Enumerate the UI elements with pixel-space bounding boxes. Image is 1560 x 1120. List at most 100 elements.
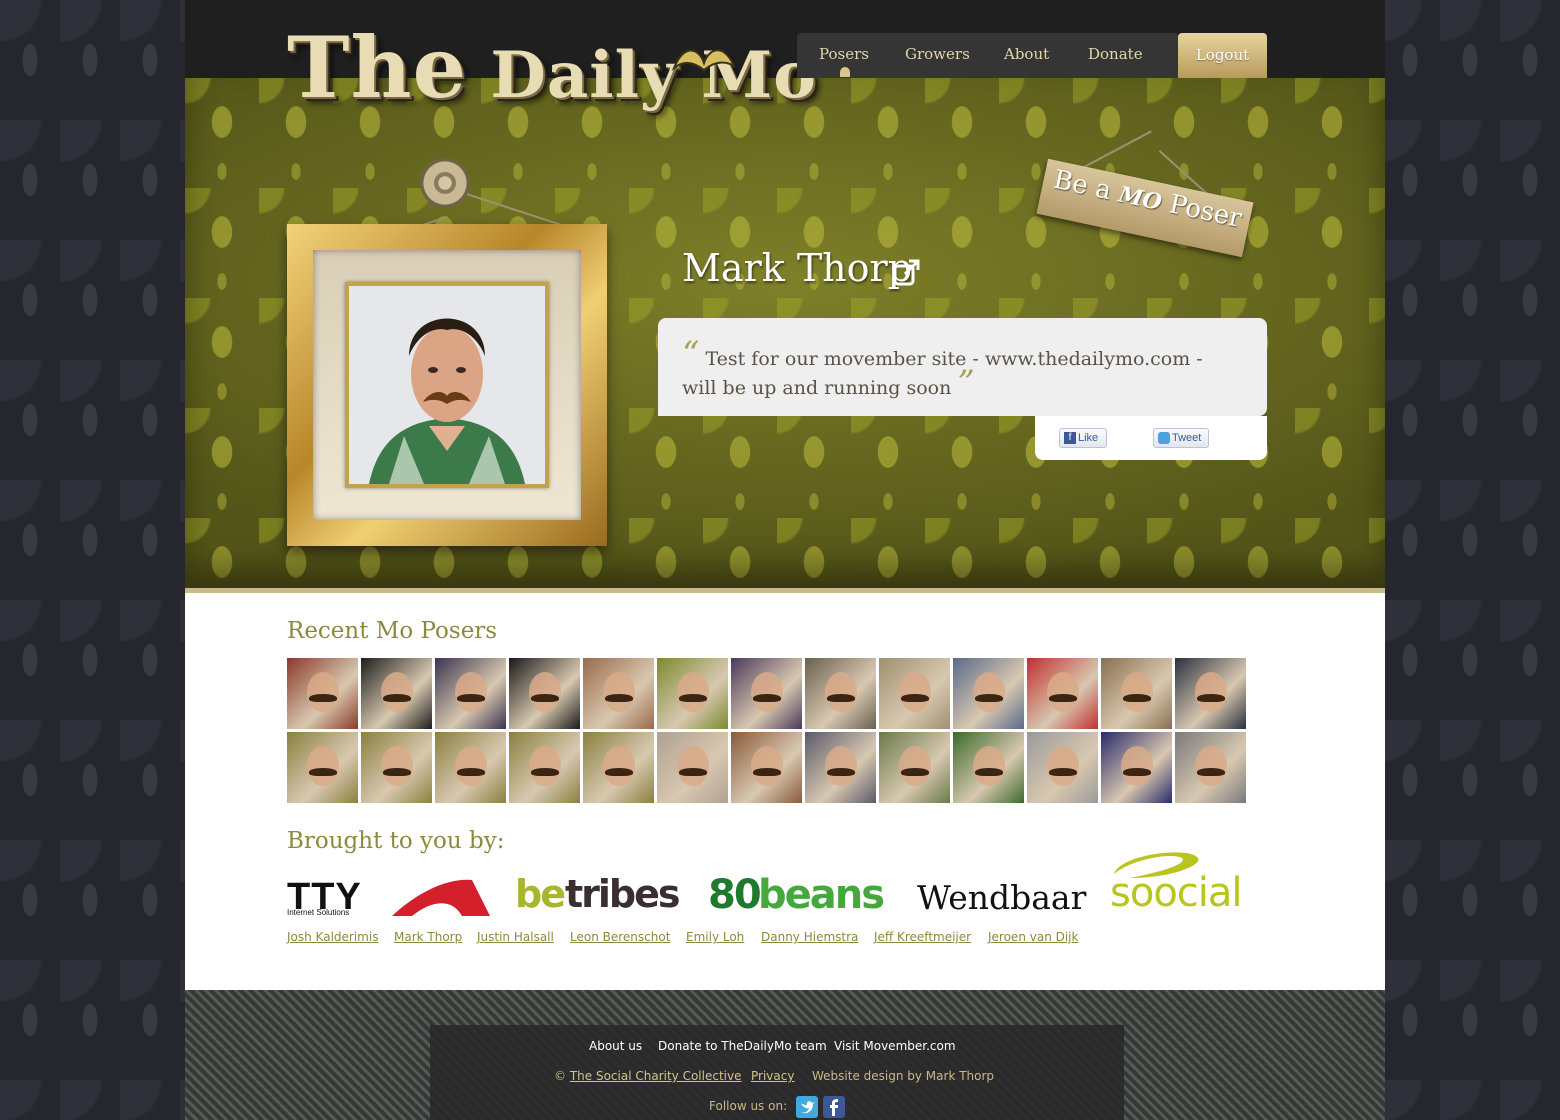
poser-face [677,746,709,786]
poser-thumbnail[interactable] [509,658,580,729]
sponsor-wendbaar[interactable]: Wendbaar [917,868,1087,920]
poser-face [1047,746,1079,786]
poser-thumbnail[interactable] [287,658,358,729]
poser-thumbnail[interactable] [583,658,654,729]
poser-face [825,672,857,712]
mustache-icon [1123,768,1151,776]
logout-button[interactable]: Logout [1178,33,1267,78]
charity-link[interactable]: The Social Charity Collective [570,1069,742,1083]
poser-thumbnail[interactable] [1027,732,1098,803]
team-member-link[interactable]: Josh Kalderimis [287,930,378,944]
share-box: f Like Tweet [1035,416,1267,460]
facebook-icon: f [1064,432,1076,444]
design-credit: Website design by Mark Thorp [812,1069,995,1083]
sponsor-betribes[interactable]: be tribes [515,868,685,920]
team-member-link[interactable]: Leon Berenschot [570,930,670,944]
poser-thumbnail[interactable] [879,658,950,729]
poser-thumbnail[interactable] [435,658,506,729]
nav-growers[interactable]: Growers [905,45,970,63]
logo-daily: Daily [490,38,679,113]
poser-thumbnail[interactable] [731,658,802,729]
poser-thumbnail[interactable] [583,732,654,803]
team-member-link[interactable]: Jeff Kreeftmeijer [874,930,971,944]
quote-content: Test for our movember site - www.thedail… [682,348,1203,399]
poser-thumbnail[interactable] [805,658,876,729]
mustache-icon [1123,694,1151,702]
facebook-like-button[interactable]: f Like [1059,428,1107,448]
footer-legal: © The Social Charity Collective [554,1069,742,1083]
portrait-frame [287,224,607,546]
mustache-icon [383,768,411,776]
mustache-icon [1049,694,1077,702]
mustache-icon [975,694,1003,702]
site-logo[interactable]: The Daily Mo [287,18,816,138]
poser-face [307,746,339,786]
tweet-button[interactable]: Tweet [1153,428,1209,448]
mustache-icon [309,694,337,702]
poser-face [455,672,487,712]
poser-thumbnail[interactable] [287,732,358,803]
sponsor-soocial[interactable]: soocial [1110,848,1243,920]
twitter-follow-icon[interactable] [796,1096,818,1118]
team-member-link[interactable]: Danny Hiemstra [761,930,858,944]
privacy-link[interactable]: Privacy [751,1069,794,1083]
footer-donate-link[interactable]: Donate to TheDailyMo team [658,1039,827,1053]
poser-face [1121,746,1153,786]
mustache-icon [1197,694,1225,702]
poser-thumbnail[interactable] [361,658,432,729]
nav-about[interactable]: About [1004,45,1049,63]
quote-text: “ Test for our movember site - www.theda… [682,337,1242,400]
poser-face [529,746,561,786]
mustache-icon [1049,768,1077,776]
poser-face [381,672,413,712]
poser-thumbnail[interactable] [805,732,876,803]
poser-thumbnail[interactable] [953,658,1024,729]
poser-thumbnail[interactable] [1027,658,1098,729]
poser-thumbnail[interactable] [657,732,728,803]
poser-thumbnail[interactable] [1101,658,1172,729]
poser-face [381,746,413,786]
nav-posers[interactable]: Posers [819,45,869,63]
mustache-icon [753,694,781,702]
mustache-icon [671,49,737,72]
open-quote-icon: “ [682,334,700,374]
footer-movember-link[interactable]: Visit Movember.com [834,1039,956,1053]
poser-face [973,746,1005,786]
facebook-follow-icon[interactable] [823,1096,845,1118]
team-member-link[interactable]: Jeroen van Dijk [988,930,1078,944]
page: The Daily Mo Posers Growers About Donate… [185,0,1385,1120]
poser-thumbnail[interactable] [509,732,580,803]
mustache-icon [753,768,781,776]
poser-thumbnail[interactable] [657,658,728,729]
team-member-link[interactable]: Justin Halsall [477,930,554,944]
poser-face [899,672,931,712]
poser-thumbnail[interactable] [879,732,950,803]
nav-donate[interactable]: Donate [1088,45,1143,63]
mustache-icon [531,694,559,702]
poser-name: Mark Thorp [682,246,913,290]
sponsor-tty[interactable]: TTY Internet Solutions [287,868,492,920]
team-member-link[interactable]: Mark Thorp [394,930,462,944]
poser-face [307,672,339,712]
mustache-icon [1197,768,1225,776]
poser-face [1195,746,1227,786]
mustache-icon [679,768,707,776]
poser-thumbnail[interactable] [953,732,1024,803]
team-member-link[interactable]: Emily Loh [686,930,744,944]
poser-face [529,672,561,712]
poser-thumbnail[interactable] [1175,732,1246,803]
poser-thumbnail[interactable] [731,732,802,803]
poser-thumbnail[interactable] [435,732,506,803]
poser-thumbnail[interactable] [1175,658,1246,729]
poser-thumbnail[interactable] [1101,732,1172,803]
sponsors-title: Brought to you by: [287,828,505,854]
sponsor-80beans[interactable]: 80 beans [708,868,893,920]
mustache-icon [827,768,855,776]
profile-photo [349,286,545,484]
poser-face [1195,672,1227,712]
logo-the: The [287,18,468,117]
poser-face [751,672,783,712]
poser-thumbnail[interactable] [361,732,432,803]
footer-about-link[interactable]: About us [589,1039,642,1053]
external-link-icon[interactable] [893,258,921,286]
